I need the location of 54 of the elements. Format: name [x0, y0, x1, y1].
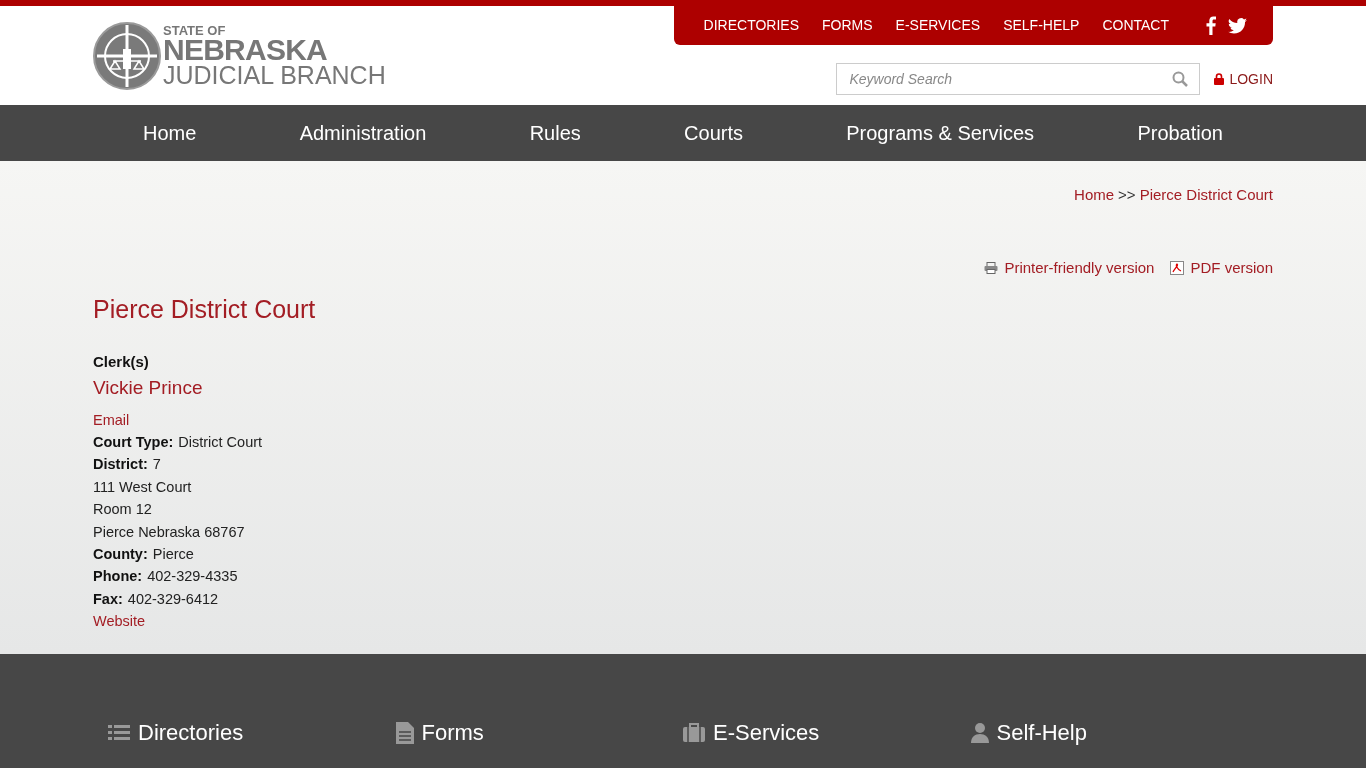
breadcrumb-link[interactable]: Home [1074, 184, 1115, 207]
utility-nav-link[interactable]: DIRECTORIES [703, 15, 799, 36]
utility-nav-link[interactable]: CONTACT [1102, 15, 1169, 36]
field-label: Fax: [93, 589, 123, 609]
field-label: District: [93, 455, 148, 475]
printer-icon [984, 261, 999, 274]
field-value: 402-329-6412 [127, 589, 219, 609]
address-line: Room 12 [93, 500, 152, 520]
footer-heading: Self-Help [996, 719, 1087, 747]
seal-icon [93, 21, 161, 91]
search-icon[interactable] [1172, 71, 1189, 87]
logo-text: STATE OF [163, 24, 227, 37]
logo-text: NEBRASKA [163, 35, 328, 65]
printer-friendly-link[interactable]: Printer-friendly version [984, 256, 1155, 279]
main-nav-link[interactable]: Administration [299, 118, 427, 148]
address-line: 111 West Court [93, 477, 192, 497]
section-label: Clerk(s) [93, 351, 150, 372]
footer-heading: Directories [138, 719, 244, 747]
pdf-link[interactable]: PDF version [1170, 256, 1273, 279]
utility-nav-link[interactable]: E-SERVICES [895, 15, 981, 36]
twitter-icon[interactable] [1228, 17, 1247, 34]
field-value: 7 [152, 455, 161, 475]
search-field[interactable]: Keyword Search [836, 63, 1201, 95]
lock-icon [1214, 73, 1225, 85]
briefcase-icon [683, 723, 705, 742]
field-value: District Court [178, 432, 263, 452]
list-icon [108, 724, 130, 741]
footer-heading: Forms [421, 719, 484, 747]
breadcrumb-separator: >> [1118, 185, 1136, 205]
clerk-name: Vickie Prince [93, 376, 204, 400]
main-nav-link[interactable]: Courts [684, 118, 743, 148]
login-link[interactable]: LOGIN [1214, 68, 1273, 90]
main-nav-link[interactable]: Rules [529, 118, 581, 148]
main-nav-link[interactable]: Home [143, 118, 197, 148]
field-label: County: [93, 544, 148, 564]
pdf-file-icon [1170, 260, 1185, 275]
facebook-icon[interactable] [1206, 16, 1216, 35]
address-line: Pierce Nebraska 68767 [93, 522, 245, 542]
field-label: Court Type: [93, 432, 174, 452]
field-value: 402-329-4335 [147, 567, 238, 587]
main-nav-link[interactable]: Programs & Services [846, 118, 1035, 148]
breadcrumb-link[interactable]: Pierce District Court [1139, 184, 1273, 207]
logo-text: JUDICIAL BRANCH [163, 63, 386, 88]
person-icon [970, 722, 989, 743]
document-icon [395, 721, 414, 744]
field-label: Phone: [93, 567, 143, 587]
detail-link[interactable]: Email [93, 408, 130, 431]
utility-nav-link[interactable]: FORMS [822, 15, 873, 36]
utility-nav-link[interactable]: SELF-HELP [1003, 15, 1080, 36]
page-title: Pierce District Court [93, 294, 317, 325]
detail-link[interactable]: Website [93, 610, 146, 633]
field-value: Pierce [152, 544, 194, 564]
main-nav-link[interactable]: Probation [1137, 118, 1223, 148]
footer-heading: E-Services [713, 719, 820, 747]
